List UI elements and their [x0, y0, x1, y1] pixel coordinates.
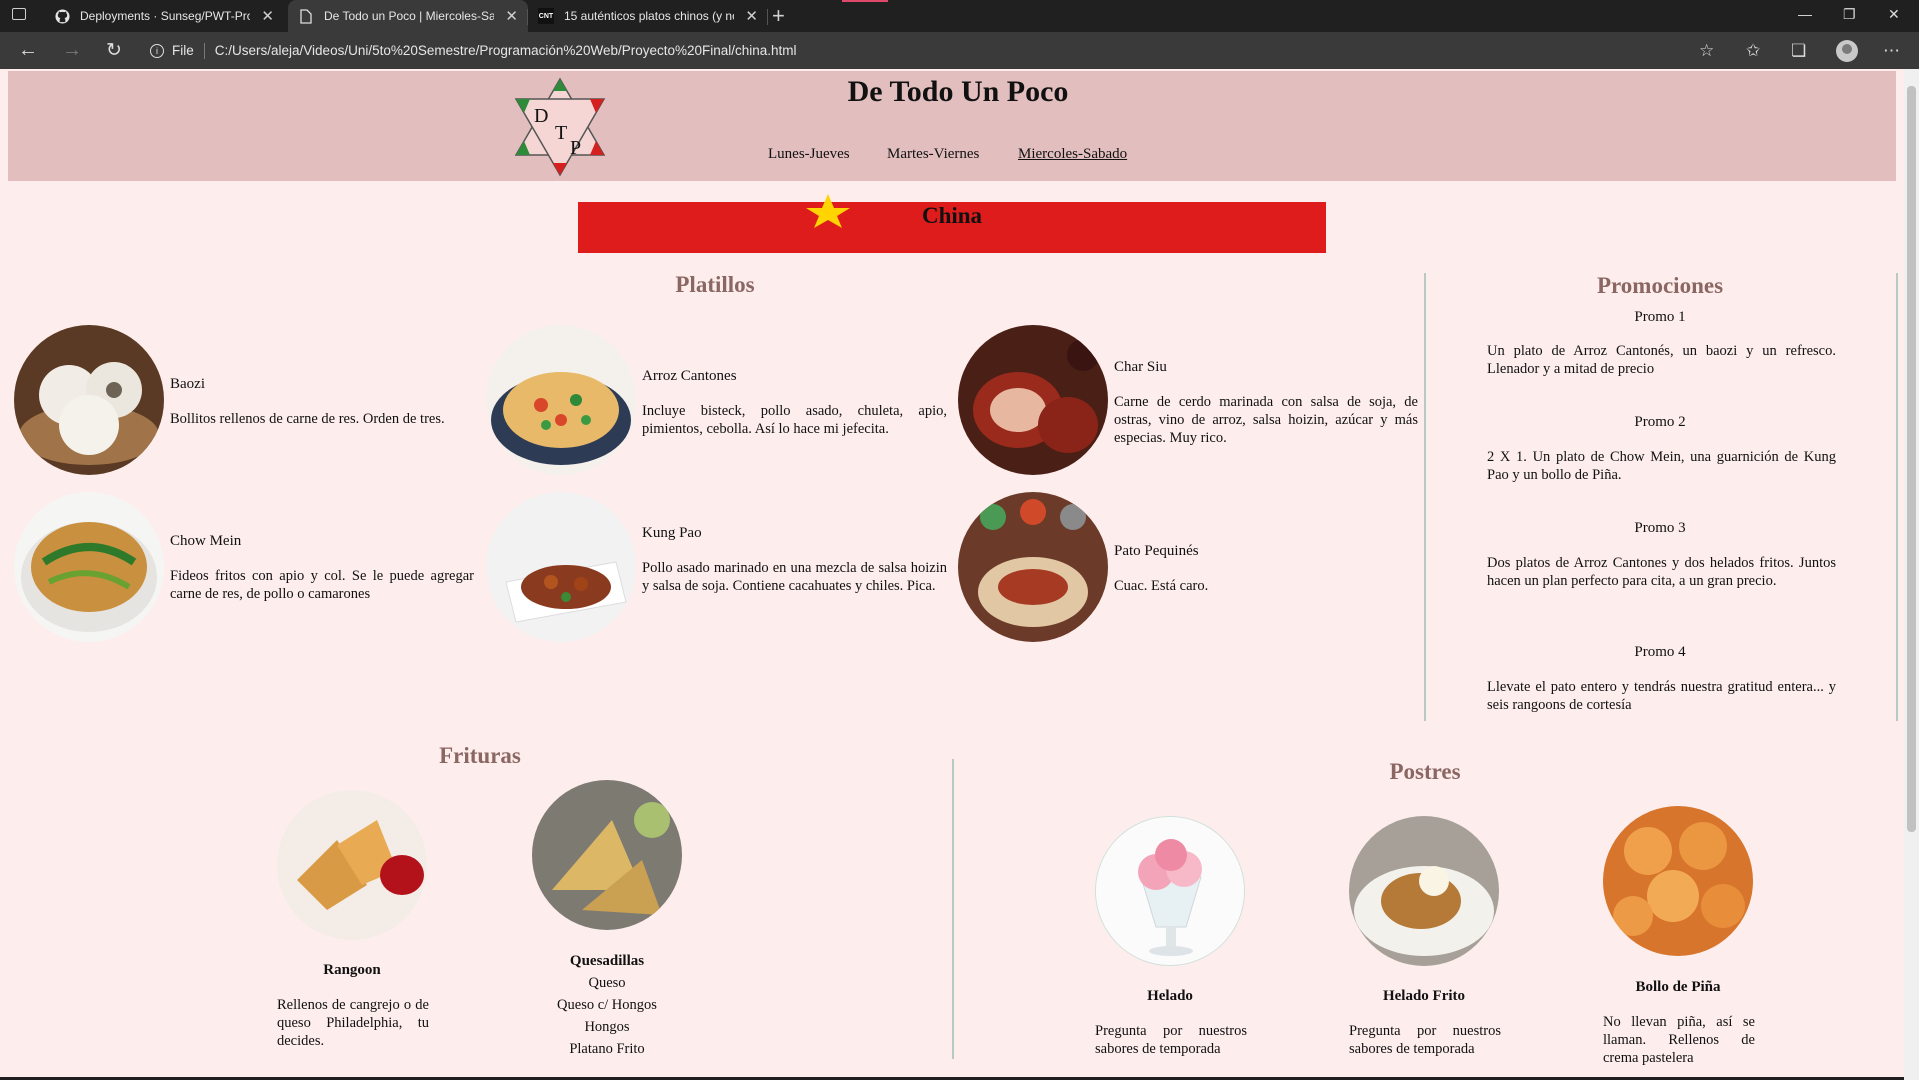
collections-icon[interactable]: ❏	[1791, 41, 1806, 61]
promo-text: Un plato de Arroz Cantonés, un baozi y u…	[1487, 343, 1836, 377]
browser-tab-bar: Deployments · Sunseg/PWT-Pro ✕ De Todo u…	[0, 0, 1919, 32]
dish-desc: Cuac. Está caro.	[1114, 578, 1209, 594]
tab-divider	[527, 9, 528, 25]
bollo-de-pina-desc: No llevan piña, así se llaman. Rellenos …	[1603, 1014, 1755, 1066]
promo-title: Promo 1	[1634, 309, 1686, 325]
rangoon-name: Rangoon	[323, 962, 381, 978]
more-icon[interactable]: ⋯	[1883, 41, 1900, 61]
new-tab-icon[interactable]: +	[772, 3, 785, 29]
kung-pao-image[interactable]	[486, 492, 636, 642]
tab-deployments[interactable]: Deployments · Sunseg/PWT-Pro ✕	[44, 0, 284, 32]
dish-name: Arroz Cantones	[642, 368, 737, 384]
nav-martes-viernes[interactable]: Martes-Viernes	[887, 146, 979, 163]
dish-desc: Fideos fritos con apio y col. Se le pued…	[170, 568, 474, 602]
promo-title: Promo 4	[1634, 644, 1686, 660]
forward-icon[interactable]: →	[62, 39, 82, 62]
promo-title: Promo 3	[1634, 520, 1686, 536]
quesadilla-option: Queso c/ Hongos	[557, 997, 657, 1013]
rangoon-image[interactable]	[277, 790, 427, 940]
bollo-de-pina-name: Bollo de Piña	[1635, 979, 1721, 995]
dish-name: Baozi	[170, 376, 205, 392]
favorites-icon[interactable]: ✩	[1746, 41, 1760, 61]
promociones-title: Promociones	[1596, 273, 1724, 298]
promo-divider-right	[1896, 273, 1898, 721]
nav-lunes-jueves[interactable]: Lunes-Jueves	[768, 146, 850, 163]
platillos-title: Platillos	[675, 272, 755, 297]
chow-mein-image[interactable]	[14, 492, 164, 642]
profile-avatar[interactable]	[1836, 40, 1858, 62]
china-flag-banner: China	[578, 194, 1326, 253]
address-bar: ← → ↻ i File C:/Users/aleja/Videos/Uni/5…	[0, 32, 1919, 69]
arroz-cantones-image[interactable]	[486, 325, 636, 475]
github-icon	[54, 8, 70, 24]
quesadilla-option: Hongos	[584, 1019, 630, 1035]
quesadillas-name: Quesadillas	[569, 953, 645, 969]
page-icon	[298, 8, 314, 24]
quesadillas-image[interactable]	[532, 780, 682, 930]
close-window-icon[interactable]: ✕	[1888, 6, 1900, 23]
dish-name: Chow Mein	[170, 533, 242, 549]
pato-pequines-image[interactable]	[958, 492, 1108, 642]
protocol-label: File	[172, 43, 194, 58]
tab-platos-chinos[interactable]: CNT 15 auténticos platos chinos (y no ✕	[528, 0, 768, 32]
helado-desc: Pregunta por nuestros sabores de tempora…	[1095, 1023, 1247, 1057]
dish-desc: Pollo asado marinado en una mezcla de sa…	[642, 560, 947, 594]
tab-actions-icon[interactable]	[12, 8, 26, 20]
helado-frito-desc: Pregunta por nuestros sabores de tempora…	[1349, 1023, 1501, 1057]
dtp-logo[interactable]: D T P	[510, 77, 610, 177]
site-title: De Todo Un Poco	[847, 75, 1069, 108]
minimize-icon[interactable]: —	[1798, 6, 1812, 22]
close-tab-icon[interactable]: ✕	[261, 7, 274, 25]
back-icon[interactable]: ←	[18, 39, 38, 62]
tab-divider	[767, 9, 768, 25]
helado-frito-name: Helado Frito	[1382, 988, 1466, 1004]
dish-desc: Incluye bisteck, pollo asado, chuleta, a…	[642, 403, 947, 437]
nav-miercoles-sabado[interactable]: Miercoles-Sabado	[1018, 146, 1127, 163]
add-favorite-icon[interactable]: ☆	[1699, 41, 1714, 61]
restore-icon[interactable]: ❐	[1843, 6, 1856, 23]
close-tab-icon[interactable]: ✕	[745, 7, 758, 25]
helado-name: Helado	[1147, 988, 1193, 1004]
dish-name: Kung Pao	[642, 525, 702, 541]
char-siu-image[interactable]	[958, 325, 1108, 475]
promo-title: Promo 2	[1634, 414, 1686, 430]
close-tab-icon[interactable]: ✕	[505, 7, 518, 25]
banner-label: China	[921, 203, 983, 228]
dish-name: Char Siu	[1114, 359, 1167, 375]
helado-frito-image[interactable]	[1349, 816, 1499, 966]
refresh-icon[interactable]: ↻	[106, 39, 122, 62]
promo-divider	[1424, 273, 1426, 721]
postres-divider	[952, 759, 954, 1059]
scrollbar-thumb[interactable]	[1907, 86, 1916, 832]
rangoon-desc: Rellenos de cangrejo o de queso Philadel…	[277, 997, 429, 1049]
logo-letter-t: T	[555, 122, 567, 144]
bollo-de-pina-image[interactable]	[1603, 806, 1753, 956]
page-viewport: D T P De Todo Un Poco Lunes-Jueves Marte…	[0, 69, 1904, 1077]
url-field[interactable]: i File C:/Users/aleja/Videos/Uni/5to%20S…	[150, 37, 1695, 64]
site-header: D T P De Todo Un Poco Lunes-Jueves Marte…	[8, 71, 1896, 181]
promo-text: Dos platos de Arroz Cantones y dos helad…	[1487, 555, 1836, 589]
dish-name: Pato Pequinés	[1114, 543, 1199, 559]
logo-letter-d: D	[534, 105, 548, 127]
tab-title: Deployments · Sunseg/PWT-Pro	[80, 9, 250, 23]
promo-text: Llevate el pato entero y tendrás nuestra…	[1487, 679, 1836, 713]
url-divider	[203, 42, 205, 59]
tab-de-todo-un-poco[interactable]: De Todo un Poco | Miercoles-Sal ✕	[288, 0, 528, 32]
frituras-title: Frituras	[439, 743, 521, 768]
dish-desc: Bollitos rellenos de carne de res. Orden…	[170, 411, 445, 427]
quesadilla-option: Platano Frito	[569, 1041, 645, 1057]
logo-letter-p: P	[570, 137, 581, 159]
tab-accent	[842, 0, 888, 2]
info-icon[interactable]: i	[150, 43, 164, 58]
quesadilla-option: Queso	[588, 975, 626, 991]
tab-title: 15 auténticos platos chinos (y no	[564, 9, 734, 23]
url-text[interactable]: C:/Users/aleja/Videos/Uni/5to%20Semestre…	[215, 43, 797, 58]
helado-image[interactable]	[1095, 816, 1245, 966]
dish-desc: Carne de cerdo marinada con salsa de soj…	[1114, 394, 1418, 446]
cnt-icon: CNT	[538, 8, 554, 24]
postres-title: Postres	[1389, 759, 1461, 784]
tab-title: De Todo un Poco | Miercoles-Sal	[324, 9, 494, 23]
promo-text: 2 X 1. Un plato de Chow Mein, una guarni…	[1487, 449, 1836, 483]
baozi-image[interactable]	[14, 325, 164, 475]
